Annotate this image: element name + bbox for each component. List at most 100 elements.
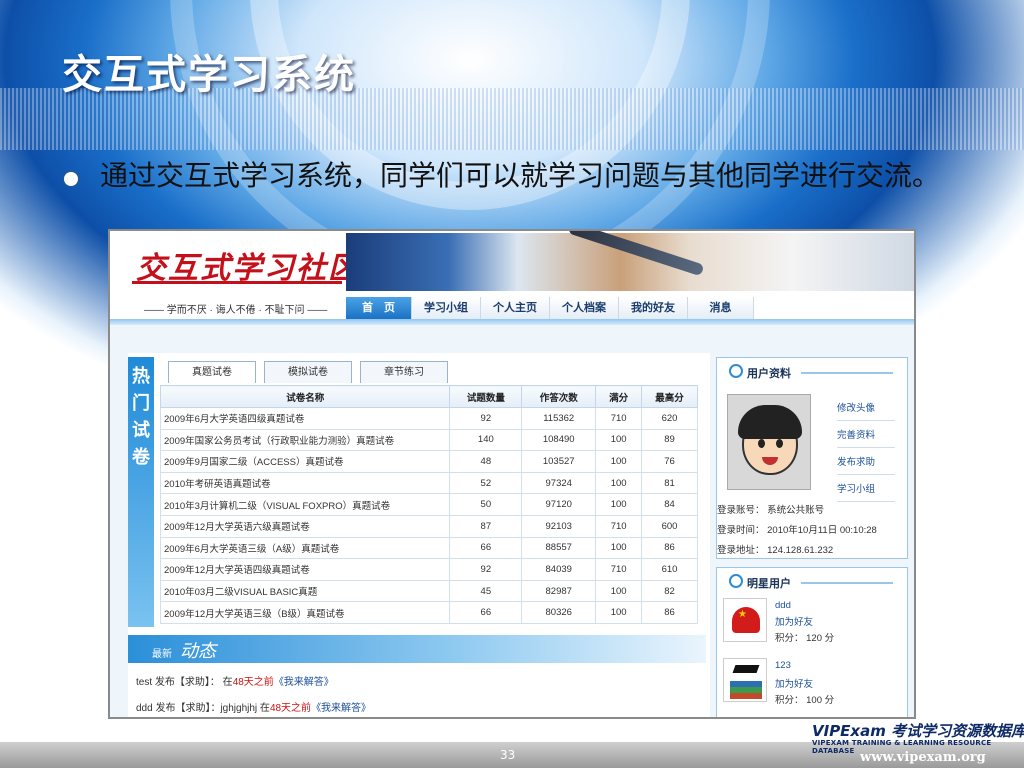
full-score-cell: 100: [595, 450, 643, 473]
tab-real-exams[interactable]: 真题试卷: [168, 361, 256, 383]
question-count-cell: 87: [449, 514, 523, 538]
attempts-cell: 92103: [521, 514, 597, 538]
tab-chapter-practice[interactable]: 章节练习: [360, 361, 448, 383]
full-score-cell: 100: [595, 493, 643, 516]
exam-name-cell[interactable]: 2010年3月计算机二级（VISUAL FOXPRO）真题试卷: [159, 493, 451, 516]
star-user-name[interactable]: 123: [775, 660, 791, 671]
user-profile-title: 用户资料: [729, 364, 791, 381]
panel-title-rule: [801, 582, 893, 584]
graduation-cap-shape: [732, 665, 760, 673]
activity-item: ddd 发布【求助】：jghjghjhj 在48天之前《我来解答》: [136, 699, 371, 714]
nav-my-friends[interactable]: 我的好友: [619, 297, 688, 319]
table-header-row: 试卷名称 试题数量 作答次数 满分 最高分: [159, 385, 698, 408]
bullet-icon: [64, 172, 78, 186]
books-avatar-icon[interactable]: [723, 658, 767, 702]
full-score-cell: 100: [595, 471, 643, 495]
table-row[interactable]: 2009年12月大学英语三级（B级）真题试卷 66 80326 100 86: [159, 601, 698, 624]
books-shape: [730, 681, 762, 699]
exam-name-cell[interactable]: 2010年03月二级VISUAL BASIC真题: [159, 579, 451, 603]
table-row[interactable]: 2009年6月大学英语三级（A级）真题试卷 66 88557 100 86: [159, 536, 698, 560]
add-friend-link[interactable]: 加为好友: [775, 676, 813, 690]
heart-avatar-icon[interactable]: ★: [723, 598, 767, 642]
answer-link[interactable]: 《我来解答》: [311, 703, 371, 714]
exam-name-cell[interactable]: 2009年国家公务员考试（行政职业能力测验）真题试卷: [159, 428, 451, 452]
col-exam-name: 试卷名称: [159, 385, 451, 408]
full-score-cell: 100: [595, 601, 643, 624]
pen-image: [567, 231, 705, 277]
attempts-cell: 80326: [521, 601, 597, 624]
tab-mock-exams[interactable]: 模拟试卷: [264, 361, 352, 383]
embedded-screenshot: 交互式学习社区 —— 学而不厌 · 诲人不倦 · 不耻下问 —— 首 页 学习小…: [108, 229, 916, 719]
activity-label: 动态: [180, 641, 216, 662]
exam-tabs: 真题试卷 模拟试卷 章节练习: [168, 361, 456, 383]
nav-home[interactable]: 首 页: [346, 297, 412, 319]
answer-link[interactable]: 《我来解答》: [274, 677, 334, 688]
nav-personal-home[interactable]: 个人主页: [481, 297, 550, 319]
exam-name-cell[interactable]: 2009年6月大学英语三级（A级）真题试卷: [159, 536, 451, 560]
table-row[interactable]: 2009年9月国家二级（ACCESS）真题试卷 48 103527 100 76: [159, 450, 698, 473]
question-count-cell: 66: [449, 536, 523, 560]
full-score-cell: 100: [595, 428, 643, 452]
attempts-cell: 115362: [521, 407, 597, 430]
exam-name-cell[interactable]: 2009年9月国家二级（ACCESS）真题试卷: [159, 450, 451, 473]
question-count-cell: 45: [449, 579, 523, 603]
attempts-cell: 88557: [521, 536, 597, 560]
table-row[interactable]: 2009年12月大学英语四级真题试卷 92 84039 710 610: [159, 558, 698, 581]
full-score-cell: 100: [595, 536, 643, 560]
col-top-score: 最高分: [641, 385, 698, 408]
star-user-score: 积分： 100 分: [775, 695, 835, 706]
top-score-cell: 86: [641, 536, 698, 560]
question-count-cell: 50: [449, 493, 523, 516]
nav-study-group[interactable]: 学习小组: [412, 297, 481, 319]
complete-profile-link[interactable]: 完善资料: [837, 427, 895, 448]
add-friend-link[interactable]: 加为好友: [775, 614, 813, 628]
nav-personal-profile[interactable]: 个人档案: [550, 297, 619, 319]
exam-name-cell[interactable]: 2009年12月大学英语六级真题试卷: [159, 514, 451, 538]
full-score-cell: 710: [595, 407, 643, 430]
star-users-panel: 明星用户 ★ ddd 加为好友 积分： 120 分 123 加为好友 积分： 1…: [716, 567, 908, 717]
study-group-link[interactable]: 学习小组: [837, 481, 895, 502]
table-row[interactable]: 2009年12月大学英语六级真题试卷 87 92103 710 600: [159, 514, 698, 538]
activity-text: test 发布【求助】： 在: [136, 677, 233, 688]
top-score-cell: 600: [641, 514, 698, 538]
logo-underline: [132, 281, 342, 284]
top-score-cell: 89: [641, 428, 698, 452]
table-row[interactable]: 2009年国家公务员考试（行政职业能力测验）真题试卷 140 108490 100 89: [159, 428, 698, 452]
star-user-name[interactable]: ddd: [775, 600, 791, 611]
login-time: 登录时间： 2010年10月11日 00:10:28: [717, 525, 877, 536]
attempts-cell: 108490: [521, 428, 597, 452]
top-score-cell: 86: [641, 601, 698, 624]
attempts-cell: 103527: [521, 450, 597, 473]
avatar-eye: [776, 439, 783, 448]
post-help-link[interactable]: 发布求助: [837, 454, 895, 475]
full-score-cell: 710: [595, 558, 643, 581]
table-row[interactable]: 2009年6月大学英语四级真题试卷 92 115362 710 620: [159, 407, 698, 430]
nav-messages[interactable]: 消息: [688, 297, 754, 319]
top-score-cell: 84: [641, 493, 698, 516]
side-label-char: 卷: [132, 447, 150, 468]
table-row[interactable]: 2010年考研英语真题试卷 52 97324 100 81: [159, 471, 698, 495]
bullet-text: 通过交互式学习系统，同学们可以就学习问题与其他同学进行交流。: [100, 159, 941, 192]
question-count-cell: 92: [449, 407, 523, 430]
slide-page-number: 33: [500, 748, 516, 762]
avatar-eye: [758, 439, 765, 448]
top-score-cell: 81: [641, 471, 698, 495]
change-avatar-link[interactable]: 修改头像: [837, 400, 895, 421]
exam-name-cell[interactable]: 2009年12月大学英语四级真题试卷: [159, 558, 451, 581]
latest-activity-header: 最新 动态: [128, 635, 706, 663]
question-count-cell: 140: [449, 428, 523, 452]
slide-title: 交互式学习系统: [62, 52, 356, 98]
table-row[interactable]: 2010年03月二级VISUAL BASIC真题 45 82987 100 82: [159, 579, 698, 603]
table-row[interactable]: 2010年3月计算机二级（VISUAL FOXPRO）真题试卷 50 97120 10…: [159, 493, 698, 516]
panel-title-rule: [801, 372, 893, 374]
latest-label: 最新: [152, 649, 172, 660]
exam-name-cell[interactable]: 2009年6月大学英语四级真题试卷: [159, 407, 451, 430]
exam-name-cell[interactable]: 2010年考研英语真题试卷: [159, 471, 451, 495]
exam-name-cell[interactable]: 2009年12月大学英语三级（B级）真题试卷: [159, 601, 451, 624]
top-score-cell: 620: [641, 407, 698, 430]
top-score-cell: 82: [641, 579, 698, 603]
hot-exams-side-label: 热 门 试 卷: [128, 357, 154, 627]
question-count-cell: 92: [449, 558, 523, 581]
login-ip: 登录地址： 124.128.61.232: [717, 545, 834, 556]
user-avatar[interactable]: [727, 394, 811, 490]
